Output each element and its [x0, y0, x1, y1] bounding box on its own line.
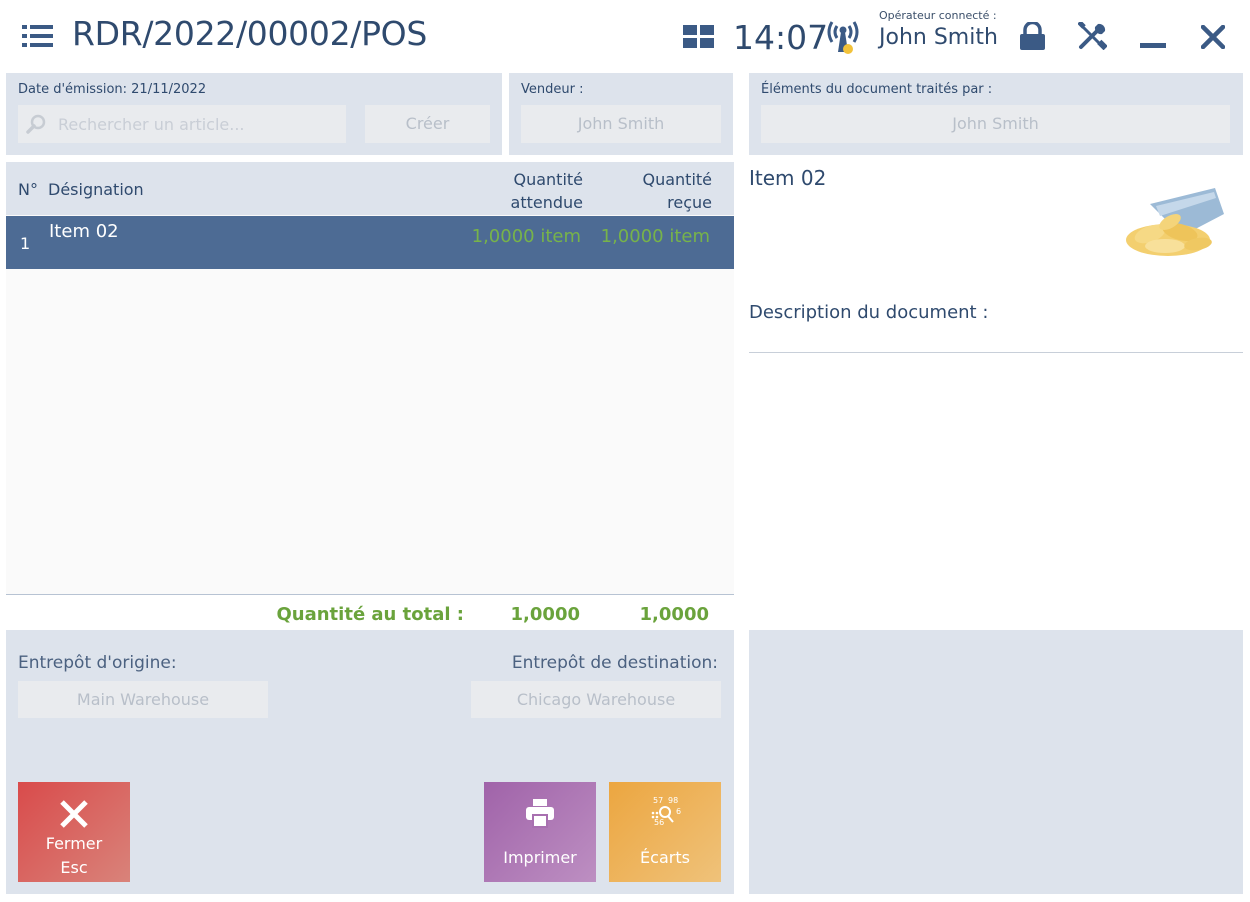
destination-warehouse-field[interactable]: Chicago Warehouse	[471, 681, 721, 718]
description-field[interactable]	[749, 352, 1243, 353]
issue-date-label: Date d'émission: 21/11/2022	[18, 82, 207, 97]
print-button-label: Imprimer	[503, 848, 577, 867]
row-received-quantity: 1,0000 item	[600, 226, 710, 247]
search-input[interactable]: Rechercher un article...	[18, 105, 346, 143]
connection-antenna-icon[interactable]	[826, 18, 860, 56]
total-received: 1,0000	[639, 604, 709, 625]
processed-by-label: Éléments du document traités par :	[761, 82, 993, 97]
close-button-label: Fermer	[45, 834, 103, 853]
column-received-line1: Quantité	[642, 170, 712, 189]
total-expected: 1,0000	[510, 604, 580, 625]
top-bar: RDR/2022/00002/POS 14:07 Opérateur conne…	[0, 0, 1250, 72]
table-row[interactable]: 1 Item 02 1,0000 item 1,0000 item	[6, 216, 734, 269]
row-item-name: Item 02	[49, 221, 119, 242]
processed-by-field[interactable]: John Smith	[761, 105, 1230, 143]
column-number: N°	[18, 180, 38, 199]
table-footer: Quantité au total : 1,0000 1,0000	[6, 595, 734, 629]
print-button[interactable]: Imprimer	[484, 782, 596, 882]
discrepancies-button-label: Écarts	[640, 848, 690, 867]
seller-panel: Vendeur : John Smith	[509, 73, 733, 155]
page-title: RDR/2022/00002/POS	[72, 14, 428, 53]
close-button[interactable]: Fermer Esc	[18, 782, 130, 882]
seller-label: Vendeur :	[521, 82, 584, 97]
product-image	[1126, 188, 1224, 256]
bottom-right-panel	[749, 630, 1243, 894]
destination-warehouse-label: Entrepôt de destination:	[511, 653, 718, 673]
origin-warehouse-field[interactable]: Main Warehouse	[18, 681, 268, 718]
total-label: Quantité au total :	[276, 604, 464, 625]
column-received-line2: reçue	[667, 193, 712, 212]
search-icon	[26, 114, 46, 134]
magnifier-icon	[651, 806, 674, 823]
column-expected-line2: attendue	[510, 193, 583, 212]
column-expected-quantity: Quantité attendue	[476, 168, 583, 214]
close-window-icon[interactable]	[1201, 25, 1225, 49]
close-button-shortcut: Esc	[60, 858, 88, 877]
minimize-icon[interactable]	[1140, 43, 1166, 48]
column-received-quantity: Quantité reçue	[606, 168, 712, 214]
lock-icon[interactable]	[1019, 22, 1046, 50]
description-label: Description du document :	[749, 302, 989, 323]
table-body: 1 Item 02 1,0000 item 1,0000 item	[6, 215, 734, 595]
operator-label: Opérateur connecté :	[879, 9, 997, 22]
printer-icon	[526, 799, 554, 828]
row-number: 1	[20, 234, 31, 253]
clock: 14:07	[733, 18, 829, 57]
operator-name: John Smith	[879, 25, 998, 50]
row-expected-quantity: 1,0000 item	[471, 226, 581, 247]
origin-warehouse-label: Entrepôt d'origine:	[18, 653, 177, 673]
tools-icon[interactable]	[1078, 22, 1107, 50]
grid-view-icon[interactable]	[683, 25, 714, 48]
menu-icon[interactable]	[22, 25, 53, 47]
discrepancies-icon: 57 98 6 56	[645, 796, 685, 832]
detail-item-name: Item 02	[749, 166, 827, 190]
bottom-panel: Entrepôt d'origine: Main Warehouse Entre…	[6, 630, 734, 894]
table-header: N° Désignation Quantité attendue Quantit…	[6, 162, 734, 215]
close-icon	[60, 800, 88, 828]
discrepancies-button[interactable]: 57 98 6 56 Écarts	[609, 782, 721, 882]
processed-by-panel: Éléments du document traités par : John …	[749, 73, 1243, 155]
column-expected-line1: Quantité	[513, 170, 583, 189]
document-header-panel: Date d'émission: 21/11/2022 Rechercher u…	[6, 73, 502, 155]
create-button[interactable]: Créer	[365, 105, 490, 143]
column-designation: Désignation	[48, 180, 144, 199]
search-placeholder: Rechercher un article...	[58, 115, 245, 134]
seller-field[interactable]: John Smith	[521, 105, 721, 143]
